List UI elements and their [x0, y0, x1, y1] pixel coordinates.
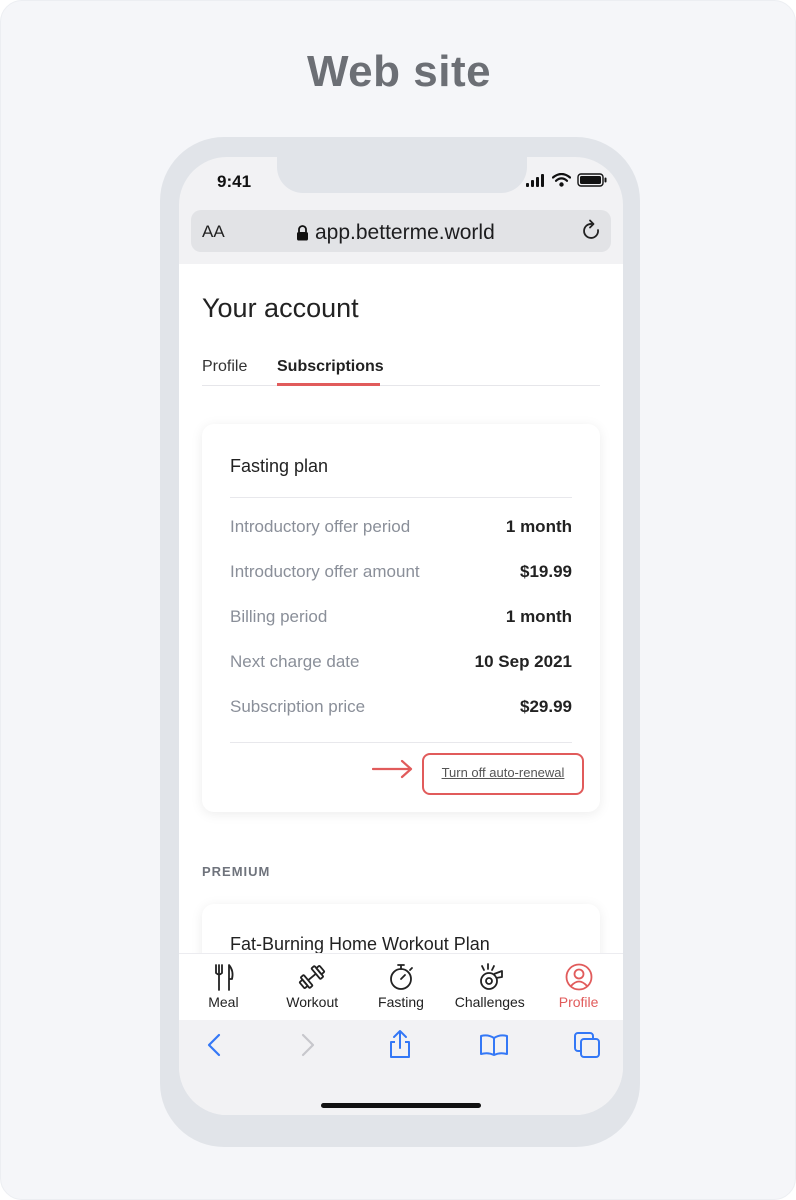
url-display[interactable]: app.betterme.world — [296, 221, 495, 245]
nav-label: Workout — [286, 994, 339, 1010]
tab-profile[interactable]: Profile — [202, 358, 247, 376]
detail-label: Next charge date — [230, 652, 360, 671]
home-indicator — [321, 1103, 481, 1108]
nav-item-fasting[interactable]: Fasting — [357, 954, 446, 1020]
card-divider — [230, 742, 572, 743]
nav-label: Meal — [208, 994, 239, 1010]
detail-value: 1 month — [505, 517, 572, 536]
dumbbell-icon — [299, 965, 326, 989]
detail-row: Next charge date 10 Sep 2021 — [230, 652, 572, 672]
bookmarks-icon[interactable] — [479, 1033, 509, 1057]
detail-row: Introductory offer amount $19.99 — [230, 562, 572, 582]
section-heading: Web site — [306, 47, 492, 96]
whistle-icon — [479, 963, 503, 990]
text-size-button[interactable]: AA — [202, 222, 225, 242]
nav-item-workout[interactable]: Workout — [268, 954, 357, 1020]
tabs-icon[interactable] — [573, 1031, 601, 1059]
premium-card[interactable]: Fat-Burning Home Workout Plan — [202, 904, 600, 954]
turn-off-auto-renewal-link[interactable]: Turn off auto-renewal — [424, 765, 582, 780]
nav-label: Challenges — [454, 994, 525, 1010]
detail-row: Billing period 1 month — [230, 607, 572, 627]
phone-screen: 9:41 AA app.betterme.world Your account … — [179, 157, 623, 1115]
profile-icon — [565, 963, 592, 991]
detail-label: Introductory offer amount — [230, 562, 420, 581]
detail-label: Billing period — [230, 607, 328, 626]
tab-subscriptions[interactable]: Subscriptions — [277, 358, 384, 376]
active-tab-indicator — [277, 383, 380, 386]
share-icon[interactable] — [387, 1029, 413, 1059]
web-page: Your account Profile Subscriptions Fasti… — [179, 264, 623, 954]
detail-label: Introductory offer period — [230, 517, 411, 536]
highlight-box: Turn off auto-renewal — [422, 753, 584, 795]
url-bar[interactable]: AA app.betterme.world — [191, 210, 611, 252]
wifi-icon — [552, 173, 571, 187]
stopwatch-icon — [390, 964, 413, 990]
bottom-navigation: Meal Workout Fasting Challenges Profile — [179, 953, 623, 1020]
battery-icon — [577, 173, 607, 187]
signal-icon — [526, 173, 544, 187]
premium-card-title: Fat-Burning Home Workout Plan — [230, 934, 490, 954]
nav-label: Profile — [558, 994, 599, 1010]
status-time: 9:41 — [217, 172, 252, 191]
arrow-right-icon — [372, 759, 413, 779]
lock-icon — [297, 225, 308, 241]
reload-icon[interactable] — [581, 219, 603, 243]
forward-icon[interactable] — [297, 1032, 317, 1058]
subscription-card: Fasting plan Introductory offer period 1… — [202, 424, 600, 812]
nav-item-meal[interactable]: Meal — [179, 954, 268, 1020]
detail-value: 10 Sep 2021 — [474, 652, 572, 671]
detail-value: 1 month — [505, 607, 572, 626]
card-title: Fasting plan — [230, 456, 329, 476]
detail-row: Introductory offer period 1 month — [230, 517, 572, 537]
nav-label: Fasting — [378, 994, 424, 1010]
card-divider — [230, 497, 572, 498]
nav-item-profile[interactable]: Profile — [534, 954, 623, 1020]
detail-value: $29.99 — [520, 697, 572, 716]
account-tabs: Profile Subscriptions — [202, 356, 600, 386]
fork-knife-icon — [215, 964, 234, 991]
phone-notch — [277, 157, 527, 193]
detail-label: Subscription price — [230, 697, 366, 716]
canvas-background: Web site 9:41 AA app.betterme.world Your… — [0, 0, 796, 1200]
nav-item-challenges[interactable]: Challenges — [445, 954, 534, 1020]
back-icon[interactable] — [205, 1032, 225, 1058]
page-title: Your account — [202, 293, 359, 323]
url-text: app.betterme.world — [315, 221, 495, 244]
detail-row: Subscription price $29.99 — [230, 697, 572, 717]
browser-toolbar — [179, 1020, 623, 1115]
premium-section-label: PREMIUM — [202, 864, 271, 879]
status-icons — [526, 173, 607, 187]
detail-value: $19.99 — [520, 562, 572, 581]
